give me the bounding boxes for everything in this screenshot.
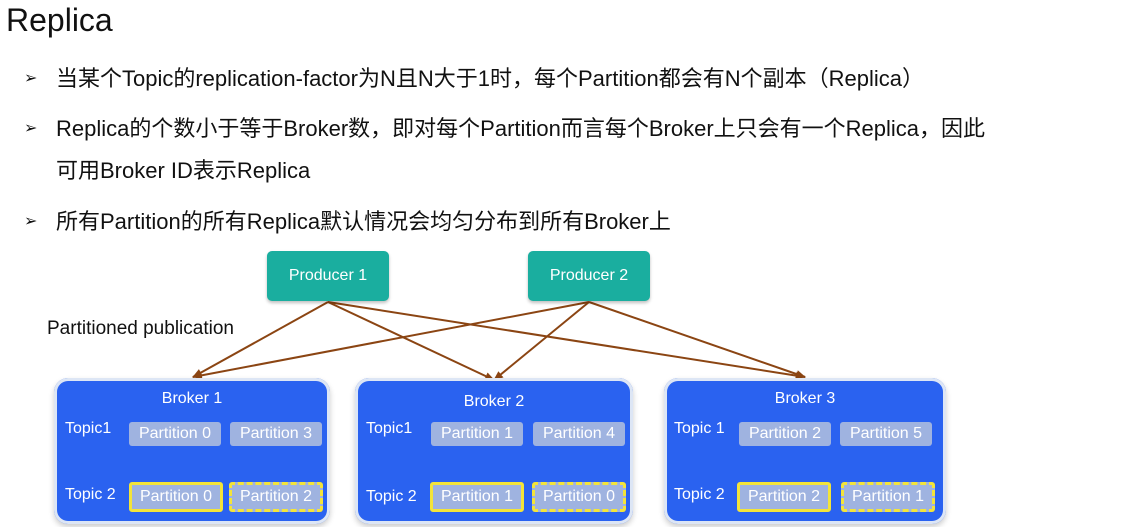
broker-3-topic2-label: Topic 2 (674, 486, 725, 503)
broker-2-topic2-partition-b: Partition 0 (532, 482, 626, 512)
broker-2-topic1-label: Topic1 (366, 420, 413, 437)
broker-2-node: Broker 2 Topic1 Partition 1 Partition 4 … (355, 378, 633, 524)
partitioned-publication-label: Partitioned publication (47, 318, 234, 339)
broker-1-topic1-partition-a: Partition 0 (129, 422, 221, 446)
producer-2-node: Producer 2 (528, 251, 650, 301)
broker-1-topic2-partition-a: Partition 0 (129, 482, 223, 512)
broker-3-topic1-partition-b: Partition 5 (840, 422, 932, 446)
broker-3-topic1-label: Topic 1 (674, 420, 725, 437)
broker-1-topic2-partition-b: Partition 2 (229, 482, 323, 512)
broker-2-topic2-label: Topic 2 (366, 488, 417, 505)
broker-3-topic2-partition-b: Partition 1 (841, 482, 935, 512)
broker-3-name: Broker 3 (774, 390, 836, 407)
arrow-p2-b1 (192, 301, 590, 380)
arrow-p1-b2 (327, 301, 495, 381)
broker-2-topic1-partition-a: Partition 1 (431, 422, 523, 446)
broker-3-topic2-partition-a: Partition 2 (737, 482, 831, 512)
broker-2-name: Broker 2 (463, 393, 525, 410)
broker-3-node: Broker 3 Topic 1 Partition 2 Partition 5… (664, 378, 946, 524)
broker-2-topic2-partition-a: Partition 1 (430, 482, 524, 512)
broker-2-topic1-partition-b: Partition 4 (533, 422, 625, 446)
arrow-p2-b3 (588, 301, 806, 378)
arrow-p1-b3 (327, 301, 806, 380)
broker-1-topic1-label: Topic1 (65, 420, 112, 437)
producer-1-node: Producer 1 (267, 251, 389, 301)
broker-1-name: Broker 1 (161, 390, 223, 407)
broker-3-topic1-partition-a: Partition 2 (739, 422, 831, 446)
broker-1-node: Broker 1 Topic1 Partition 0 Partition 3 … (54, 378, 330, 524)
broker-1-topic2-label: Topic 2 (65, 486, 116, 503)
broker-1-topic1-partition-b: Partition 3 (230, 422, 322, 446)
